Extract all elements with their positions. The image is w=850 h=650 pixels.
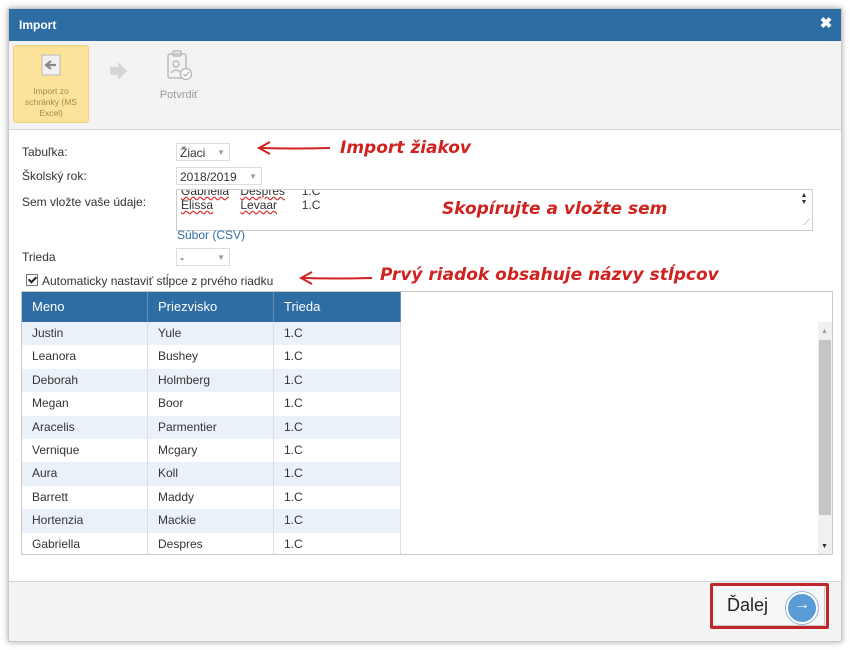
chevron-down-icon: ▼ bbox=[249, 172, 257, 181]
import-clipboard-button[interactable]: Import zo schránky (MS Excel) bbox=[13, 45, 89, 123]
cell-priezvisko: Mackie bbox=[148, 509, 274, 533]
cell-meno: Barrett bbox=[22, 485, 148, 510]
class-label: Trieda bbox=[22, 250, 56, 264]
arrow-right-circle-icon: → bbox=[786, 592, 818, 624]
grid-header: Meno Priezvisko Trieda bbox=[22, 292, 401, 322]
paste-label: Sem vložte vaše údaje: bbox=[22, 195, 147, 209]
cell-trieda: 1.C bbox=[274, 392, 401, 416]
cell-priezvisko: Mcgary bbox=[148, 439, 274, 463]
cell-trieda: 1.C bbox=[274, 532, 401, 554]
annotation-copy-paste: Skopírujte a vložte sem bbox=[442, 199, 668, 219]
grid-scrollbar[interactable]: ▲ ▼ bbox=[818, 322, 832, 554]
table-row[interactable]: Aura Koll 1.C bbox=[22, 462, 401, 486]
cell-trieda: 1.C bbox=[274, 322, 401, 346]
table-row[interactable]: Leanora Bushey 1.C bbox=[22, 345, 401, 369]
clipboard-check-icon bbox=[167, 50, 193, 81]
annotation-arrow-icon bbox=[298, 271, 373, 285]
cell-meno: Leanora bbox=[22, 345, 148, 369]
column-header-meno[interactable]: Meno bbox=[22, 292, 148, 322]
auto-columns-checkbox[interactable] bbox=[26, 274, 38, 286]
chevron-down-icon: ▼ bbox=[217, 253, 225, 262]
cell-meno: Gabriella bbox=[22, 532, 148, 554]
table-label: Tabuľka: bbox=[22, 145, 68, 159]
cell-trieda: 1.C bbox=[274, 368, 401, 393]
table-row[interactable]: Hortenzia Mackie 1.C bbox=[22, 509, 401, 533]
auto-columns-label: Automaticky nastaviť stĺpce z prvého ria… bbox=[42, 274, 274, 288]
annotation-arrow-icon bbox=[256, 141, 331, 155]
csv-file-link[interactable]: Súbor (CSV) bbox=[177, 228, 245, 242]
auto-columns-option[interactable]: Automaticky nastaviť stĺpce z prvého ria… bbox=[26, 274, 273, 288]
column-header-trieda[interactable]: Trieda bbox=[274, 292, 401, 322]
cell-priezvisko: Parmentier bbox=[148, 415, 274, 439]
year-select[interactable]: 2018/2019 ▼ bbox=[176, 167, 262, 185]
cell-trieda: 1.C bbox=[274, 345, 401, 369]
cell-meno: Deborah bbox=[22, 368, 148, 393]
confirm-label: Potvrdiť bbox=[159, 89, 199, 101]
textarea-spinner-icon[interactable]: ▲ ▼ bbox=[800, 192, 808, 208]
next-button-label: Ďalej bbox=[727, 595, 769, 615]
table-row[interactable]: Justin Yule 1.C bbox=[22, 322, 401, 346]
close-icon[interactable]: ✖ bbox=[817, 15, 835, 33]
table-row[interactable]: Barrett Maddy 1.C bbox=[22, 485, 401, 510]
cell-priezvisko: Koll bbox=[148, 462, 274, 486]
data-grid: Meno Priezvisko Trieda Justin Yule 1.C Lean… bbox=[21, 291, 833, 555]
table-select-value: Žiaci bbox=[180, 146, 206, 160]
cell-meno: Aura bbox=[22, 462, 148, 486]
cell-meno: Aracelis bbox=[22, 415, 148, 439]
cell-priezvisko: Holmberg bbox=[148, 368, 274, 393]
scrollbar-thumb[interactable] bbox=[819, 340, 831, 515]
cell-priezvisko: Boor bbox=[148, 392, 274, 416]
table-row[interactable]: Deborah Holmberg 1.C bbox=[22, 368, 401, 393]
cell-priezvisko: Bushey bbox=[148, 345, 274, 369]
annotation-first-row: Prvý riadok obsahuje názvy stĺpcov bbox=[380, 265, 719, 285]
next-button[interactable]: Ďalej → bbox=[712, 583, 825, 626]
scroll-up-icon[interactable]: ▲ bbox=[821, 328, 828, 335]
dialog-title: Import bbox=[19, 18, 57, 32]
cell-trieda: 1.C bbox=[274, 485, 401, 510]
clipboard-import-icon bbox=[41, 54, 61, 76]
cell-trieda: 1.C bbox=[274, 509, 401, 533]
cell-meno: Hortenzia bbox=[22, 509, 148, 533]
year-select-value: 2018/2019 bbox=[180, 170, 237, 184]
cell-meno: Justin bbox=[22, 322, 148, 346]
table-select[interactable]: Žiaci ▼ bbox=[176, 143, 230, 161]
cell-priezvisko: Despres bbox=[148, 532, 274, 554]
import-clipboard-label: Import zo schránky (MS Excel) bbox=[25, 86, 77, 118]
year-label: Školský rok: bbox=[22, 169, 87, 183]
chevron-down-icon: ▼ bbox=[217, 148, 225, 157]
cell-priezvisko: Yule bbox=[148, 322, 274, 346]
cell-priezvisko: Maddy bbox=[148, 485, 274, 510]
cell-trieda: 1.C bbox=[274, 415, 401, 439]
toolbar: Import zo schránky (MS Excel) Potvrdiť bbox=[9, 41, 841, 130]
paste-line: Gabriella Despres 1.C bbox=[181, 189, 321, 198]
dialog-titlebar: Import ✖ bbox=[9, 9, 841, 41]
resize-grip-icon[interactable]: ⟋ bbox=[804, 217, 810, 228]
next-step-arrow-icon bbox=[107, 59, 129, 83]
class-select[interactable]: - ▼ bbox=[176, 248, 230, 266]
cell-meno: Megan bbox=[22, 392, 148, 416]
cell-trieda: 1.C bbox=[274, 439, 401, 463]
scroll-down-icon[interactable]: ▼ bbox=[821, 543, 828, 550]
annotation-import-students: Import žiakov bbox=[340, 138, 471, 158]
paste-line: Elissa Levaar 1.C bbox=[181, 198, 321, 212]
import-dialog: Import ✖ Import zo schránky (MS Excel) P… bbox=[8, 8, 842, 642]
table-row[interactable]: Gabriella Despres 1.C bbox=[22, 532, 401, 554]
table-row[interactable]: Megan Boor 1.C bbox=[22, 392, 401, 416]
table-row[interactable]: Vernique Mcgary 1.C bbox=[22, 439, 401, 463]
column-header-priezvisko[interactable]: Priezvisko bbox=[148, 292, 274, 322]
table-row[interactable]: Aracelis Parmentier 1.C bbox=[22, 415, 401, 439]
class-select-value: - bbox=[180, 251, 184, 265]
cell-trieda: 1.C bbox=[274, 462, 401, 486]
cell-meno: Vernique bbox=[22, 439, 148, 463]
confirm-button[interactable]: Potvrdiť bbox=[149, 49, 209, 109]
